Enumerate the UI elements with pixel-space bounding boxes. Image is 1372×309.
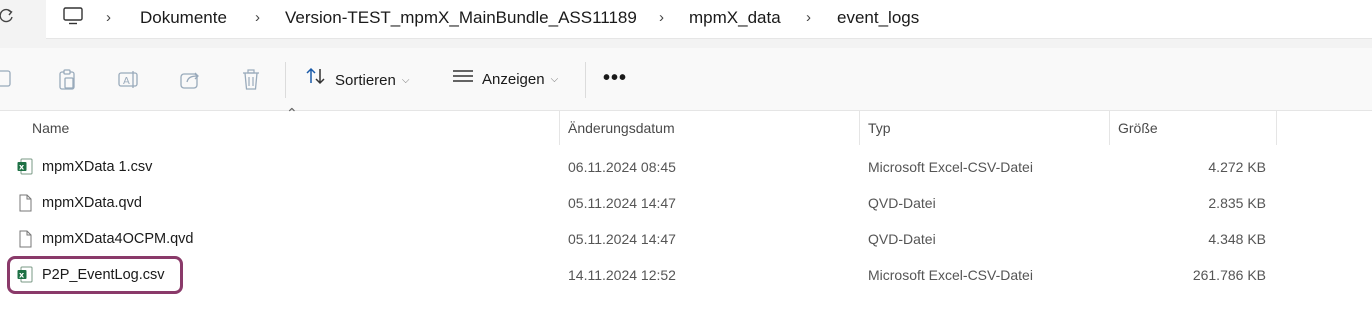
file-name: mpmXData 1.csv <box>42 159 153 175</box>
file-name: mpmXData4OCPM.qvd <box>42 231 194 247</box>
file-row[interactable]: x P2P_EventLog.csv 14.11.2024 12:52 Micr… <box>0 257 1372 293</box>
column-header-name[interactable]: Name <box>32 111 69 145</box>
rename-icon[interactable]: A <box>117 68 141 92</box>
file-size: 4.272 KB <box>1208 159 1266 175</box>
chevron-down-icon: ⌵ <box>550 74 559 86</box>
view-list-icon <box>452 66 474 94</box>
highlight-box <box>7 256 183 294</box>
column-header-row: ⌃ Name Änderungsdatum Typ Größe <box>0 105 1372 145</box>
chevron-right-icon[interactable]: › <box>106 6 111 30</box>
column-divider[interactable] <box>859 111 860 145</box>
file-size: 4.348 KB <box>1208 231 1266 247</box>
more-options-icon[interactable]: ••• <box>603 66 627 94</box>
chevron-right-icon[interactable]: › <box>659 6 664 30</box>
copy-icon[interactable] <box>0 68 18 92</box>
file-type: Microsoft Excel-CSV-Datei <box>868 267 1033 283</box>
sort-button[interactable]: Sortieren ⌵ <box>305 66 409 94</box>
sort-label: Sortieren <box>335 71 396 89</box>
share-icon[interactable] <box>178 68 202 92</box>
file-size: 261.786 KB <box>1192 267 1266 283</box>
sort-ascending-icon: ⌃ <box>286 105 298 121</box>
paste-icon[interactable] <box>56 68 80 92</box>
column-header-size[interactable]: Größe <box>1118 111 1158 145</box>
column-divider[interactable] <box>1109 111 1110 145</box>
file-date: 05.11.2024 14:47 <box>568 231 676 247</box>
column-header-type[interactable]: Typ <box>868 111 891 145</box>
file-type: QVD-Datei <box>868 231 936 247</box>
file-date: 14.11.2024 12:52 <box>568 267 676 283</box>
view-label: Anzeigen <box>482 71 545 88</box>
file-row[interactable]: mpmXData4OCPM.qvd 05.11.2024 14:47 QVD-D… <box>0 221 1372 257</box>
file-row[interactable]: mpmXData.qvd 05.11.2024 14:47 QVD-Datei … <box>0 185 1372 221</box>
command-bar: A Sortieren ⌵ Anzeigen ⌵ ••• <box>0 48 1372 111</box>
file-date: 06.11.2024 08:45 <box>568 159 676 175</box>
chevron-down-icon: ⌵ <box>401 75 410 86</box>
address-bar: › Dokumente › Version-TEST_mpmX_MainBund… <box>0 0 1372 48</box>
generic-file-icon <box>17 230 33 248</box>
file-row[interactable]: x mpmXData 1.csv 06.11.2024 08:45 Micros… <box>0 149 1372 185</box>
breadcrumb[interactable]: › Dokumente › Version-TEST_mpmX_MainBund… <box>46 0 1372 39</box>
file-type: Microsoft Excel-CSV-Datei <box>868 159 1033 175</box>
this-pc-icon[interactable] <box>62 6 84 30</box>
toolbar-divider <box>285 62 286 98</box>
chevron-right-icon[interactable]: › <box>255 6 260 30</box>
excel-csv-icon: x <box>17 158 33 176</box>
file-date: 05.11.2024 14:47 <box>568 195 676 211</box>
breadcrumb-item-version[interactable]: Version-TEST_mpmX_MainBundle_ASS11189 <box>285 6 637 30</box>
column-header-date[interactable]: Änderungsdatum <box>568 111 675 145</box>
svg-text:A: A <box>123 76 130 87</box>
breadcrumb-item-dokumente[interactable]: Dokumente <box>140 6 227 30</box>
delete-icon[interactable] <box>240 68 264 92</box>
chevron-right-icon[interactable]: › <box>806 6 811 30</box>
toolbar-divider <box>585 62 586 98</box>
view-button[interactable]: Anzeigen ⌵ <box>452 66 558 94</box>
refresh-icon[interactable] <box>0 8 20 30</box>
column-divider[interactable] <box>559 111 560 145</box>
sort-icon <box>305 66 327 96</box>
breadcrumb-item-event-logs[interactable]: event_logs <box>837 6 919 30</box>
generic-file-icon <box>17 194 33 212</box>
file-type: QVD-Datei <box>868 195 936 211</box>
column-divider[interactable] <box>1276 111 1277 145</box>
breadcrumb-item-mpmx-data[interactable]: mpmX_data <box>689 6 781 30</box>
svg-text:x: x <box>19 163 25 172</box>
file-size: 2.835 KB <box>1208 195 1266 211</box>
file-name: mpmXData.qvd <box>42 195 142 211</box>
